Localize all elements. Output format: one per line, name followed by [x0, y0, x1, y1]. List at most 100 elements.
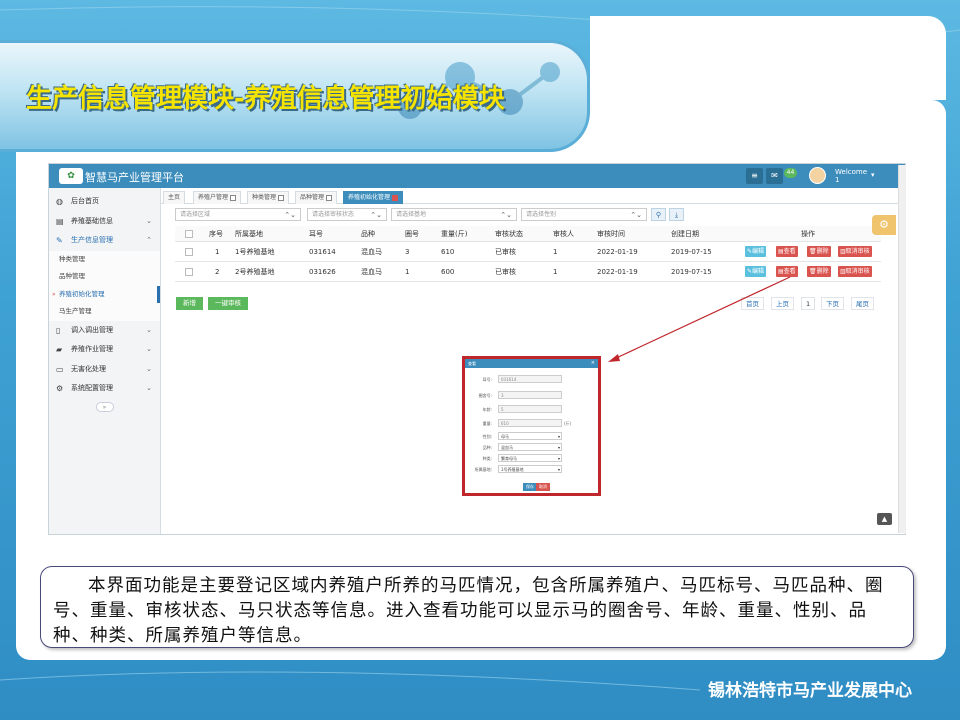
select-all-checkbox[interactable]: [185, 230, 193, 238]
tab-init[interactable]: 养殖初始化管理: [343, 191, 404, 204]
mail-icon[interactable]: ✉: [766, 168, 783, 184]
save-button[interactable]: 保存: [523, 483, 537, 491]
notification-badge[interactable]: 44: [784, 168, 797, 178]
sidebar-item-production[interactable]: ✎ 生产信息管理 ⌃: [49, 231, 160, 251]
edit-button[interactable]: ✎编辑: [745, 246, 767, 257]
file-icon: ▯: [56, 325, 61, 335]
avatar[interactable]: [809, 167, 826, 184]
edit-button[interactable]: ✎编辑: [745, 266, 767, 277]
view-button[interactable]: ▤查看: [776, 246, 798, 257]
row-checkbox[interactable]: [185, 248, 193, 256]
sidebar-subitem-species[interactable]: 种类管理: [49, 250, 160, 268]
sidebar-collapse-button[interactable]: »: [95, 401, 114, 412]
tab-breeds[interactable]: 品种管理: [295, 191, 338, 204]
sidebar-subitem-init[interactable]: 养殖初始化管理: [49, 285, 160, 303]
messages-icon[interactable]: ≡: [746, 168, 763, 184]
table-cell: 3: [405, 248, 410, 256]
cancel-audit-button[interactable]: ▥取消审核: [838, 266, 872, 277]
close-icon[interactable]: [230, 194, 237, 201]
chevron-down-icon: ⌄: [146, 216, 152, 225]
settings-gear-icon[interactable]: ⚙: [872, 215, 896, 235]
popup-field-breed: 品种: 混血马 ▾: [465, 443, 598, 452]
gender-select[interactable]: 请选择性别 ⌃⌄: [521, 208, 647, 221]
table-row[interactable]: 1 1号养殖基地 031614 混血马 3 610 已审核 1 2022-01-…: [175, 242, 881, 262]
select-caret-icon: ⌃⌄: [630, 211, 642, 219]
view-button[interactable]: ▤查看: [776, 266, 798, 277]
user-menu-caret-icon[interactable]: ▾: [871, 171, 875, 179]
gender-select[interactable]: 母马 ▾: [498, 432, 562, 440]
field-value[interactable]: 5: [498, 405, 562, 413]
edit-button-label: 编辑: [752, 248, 765, 255]
scroll-to-top-button[interactable]: ▲: [877, 513, 892, 525]
type-select[interactable]: 繁育母马 ▾: [498, 454, 562, 462]
select-caret-icon: ⌃⌄: [284, 211, 296, 219]
sidebar-item-system[interactable]: ⚙ 系统配置管理 ⌄: [49, 379, 160, 399]
column-header: 耳号: [309, 230, 323, 238]
close-icon[interactable]: [278, 194, 285, 201]
table-row[interactable]: 2 2号养殖基地 031626 混血马 1 600 已审核 1 2022-01-…: [175, 262, 881, 282]
sidebar-subitem-horse-production[interactable]: 马生产管理: [49, 303, 160, 321]
chevron-down-icon: ▾: [557, 467, 560, 472]
prev-page-link[interactable]: 上页: [771, 297, 794, 310]
audit-status-select[interactable]: 请选择审核状态 ⌃⌄: [307, 208, 387, 221]
sidebar-subitem-breed[interactable]: 品种管理: [49, 268, 160, 286]
tab-home[interactable]: 主页: [163, 191, 186, 204]
row-checkbox[interactable]: [185, 268, 193, 276]
current-page[interactable]: 1: [801, 297, 816, 310]
welcome-text[interactable]: Welcome 1: [835, 168, 867, 184]
download-icon[interactable]: ⤓: [669, 208, 684, 221]
popup-header: 查看 ×: [465, 359, 598, 368]
sidebar-item-base-info[interactable]: ▤ 养殖基础信息 ⌄: [49, 212, 160, 232]
base-select[interactable]: 请选择基地 ⌃⌄: [391, 208, 517, 221]
column-header: 序号: [209, 230, 223, 238]
data-table: 序号 所属基地 耳号 品种 圈号 重量(斤) 审核状态 审核人 审核时间 创建日…: [175, 226, 881, 282]
popup-field-gender: 性别: 母马 ▾: [465, 432, 598, 441]
base-select[interactable]: 1号养殖基地 ▾: [498, 465, 562, 473]
field-value: 混血马: [501, 445, 513, 450]
first-page-link[interactable]: 首页: [741, 297, 764, 310]
table-cell: 已审核: [495, 268, 516, 276]
sidebar-item-label: 生产信息管理: [71, 236, 113, 244]
field-value[interactable]: 610: [498, 419, 562, 427]
field-label: 耳号:: [482, 377, 492, 382]
cancel-audit-button[interactable]: ▥取消审核: [838, 246, 872, 257]
view-detail-popup: 查看 × 耳号: 031614 圈舍号: 3 年龄: 5 重量: 610 (斤)…: [462, 356, 601, 496]
table-cell: 600: [441, 268, 455, 276]
delete-button[interactable]: 🗑删除: [807, 266, 831, 277]
close-icon[interactable]: [392, 194, 399, 201]
breed-select[interactable]: 混血马 ▾: [498, 443, 562, 451]
sidebar-item-operations[interactable]: ▰ 养殖作业管理 ⌄: [49, 340, 160, 360]
sidebar-item-label: 系统配置管理: [71, 384, 113, 392]
column-header: 重量(斤): [441, 230, 468, 238]
close-icon[interactable]: ×: [591, 359, 595, 368]
area-select[interactable]: 请选择区域 ⌃⌄: [175, 208, 301, 221]
tab-label: 种类管理: [252, 194, 277, 201]
app-title: 智慧马产业管理平台: [85, 171, 184, 184]
search-icon[interactable]: ⚲: [651, 208, 666, 221]
field-label: 所属基地:: [474, 467, 492, 472]
chevron-down-icon: ⌄: [146, 325, 152, 334]
view-button-label: 查看: [783, 268, 796, 275]
table-cell: 1: [215, 248, 220, 256]
sidebar-item-home[interactable]: ◍ 后台首页: [49, 192, 160, 212]
tab-species[interactable]: 种类管理: [247, 191, 290, 204]
vertical-scrollbar[interactable]: [898, 165, 906, 533]
close-icon[interactable]: [326, 194, 333, 201]
field-value[interactable]: 3: [498, 391, 562, 399]
list-icon: ▤: [56, 216, 64, 226]
next-page-link[interactable]: 下页: [821, 297, 844, 310]
sidebar-item-harmless[interactable]: ▭ 无害化处理 ⌄: [49, 360, 160, 380]
tab-label: 养殖户管理: [198, 194, 229, 201]
last-page-link[interactable]: 尾页: [851, 297, 874, 310]
tab-farmers[interactable]: 养殖户管理: [193, 191, 242, 204]
cogs-icon: ⚙: [56, 384, 64, 393]
table-cell: 2019-07-15: [671, 268, 712, 276]
cancel-button[interactable]: 取消: [536, 483, 550, 491]
audit-all-button[interactable]: 一键审核: [208, 297, 248, 310]
table-cell: 1号养殖基地: [235, 248, 275, 256]
delete-button[interactable]: 🗑删除: [807, 246, 831, 257]
field-value[interactable]: 031614: [498, 375, 562, 383]
add-button[interactable]: 新增: [176, 297, 203, 310]
popup-field-weight: 重量: 610 (斤): [465, 419, 598, 428]
sidebar-item-transfer[interactable]: ▯ 调入调出管理 ⌄: [49, 321, 160, 341]
